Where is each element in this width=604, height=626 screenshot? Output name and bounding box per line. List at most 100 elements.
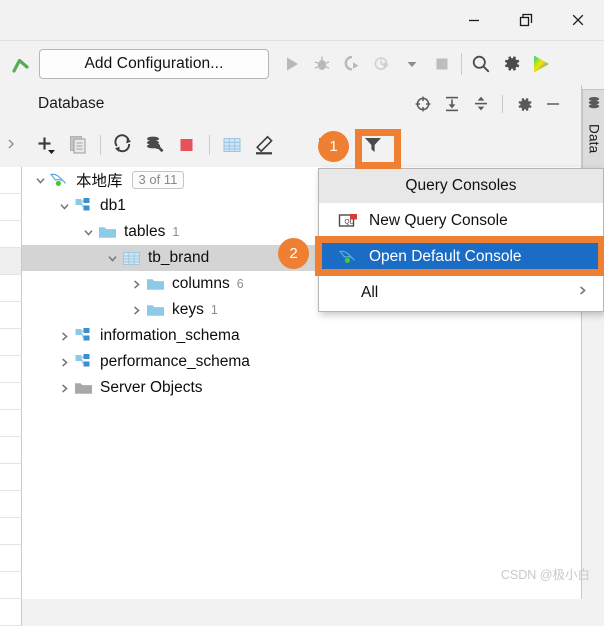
chevron-right-icon: [576, 284, 589, 302]
database-panel-toolbar: QL: [22, 123, 590, 167]
editor-line-gutter: [0, 167, 22, 626]
toolbar-divider: [209, 135, 210, 155]
chevron-right-icon[interactable]: [55, 327, 73, 345]
menu-item-all[interactable]: All: [319, 275, 603, 311]
expand-strip-icon[interactable]: [0, 133, 22, 155]
close-button[interactable]: [552, 0, 604, 40]
expand-all-icon[interactable]: [439, 91, 465, 117]
gutter-line: [0, 302, 22, 329]
schema-icon: [73, 326, 93, 346]
gutter-line: [0, 410, 22, 437]
window-controls: [448, 0, 604, 40]
chevron-right-icon[interactable]: [55, 379, 73, 397]
annotation-highlight-open-default-console: [315, 236, 604, 276]
run-icon[interactable]: [277, 49, 307, 79]
toolbar-divider: [461, 52, 462, 75]
refresh-icon[interactable]: [107, 129, 139, 161]
data-source-properties-icon[interactable]: [139, 129, 171, 161]
settings-gear-icon[interactable]: [496, 49, 526, 79]
status-badge: 3 of 11: [131, 171, 185, 189]
add-new-icon[interactable]: [30, 129, 62, 161]
schema-icon: [73, 196, 93, 216]
title-bar: [0, 0, 604, 40]
tree-node-label: 本地库: [76, 173, 123, 190]
sidebar-item-label: Data: [586, 124, 602, 154]
folder-blue-icon: [145, 300, 165, 320]
duplicate-icon[interactable]: [62, 129, 94, 161]
chevron-down-icon[interactable]: [31, 171, 49, 189]
gutter-line: [0, 599, 22, 626]
tree-node-label: tables: [124, 223, 166, 240]
folder-blue-icon: [145, 274, 165, 294]
gutter-line: [0, 464, 22, 491]
page-title: Database: [38, 95, 105, 112]
menu-item-new-query-console[interactable]: QL New Query Console: [319, 203, 603, 239]
tree-node-count: 6: [236, 277, 244, 291]
tree-node-label: keys: [172, 301, 204, 318]
header-divider: [502, 95, 503, 113]
gutter-line: [0, 221, 22, 248]
tree-node-label: Server Objects: [100, 379, 203, 396]
gutter-line: [0, 383, 22, 410]
chevron-down-icon[interactable]: [103, 249, 121, 267]
tree-node-information-schema[interactable]: information_schema: [22, 323, 582, 349]
menu-item-label: New Query Console: [369, 212, 508, 229]
tree-node-label: db1: [100, 197, 126, 214]
tree-node-performance-schema[interactable]: performance_schema: [22, 349, 582, 375]
restore-button[interactable]: [500, 0, 552, 40]
back-arrow-icon[interactable]: [9, 52, 33, 76]
folder-blue-icon: [97, 222, 117, 242]
stop-icon[interactable]: [427, 49, 457, 79]
gutter-line: [0, 545, 22, 572]
popup-title: Query Consoles: [319, 169, 603, 203]
collapse-all-icon[interactable]: [468, 91, 494, 117]
tree-node-label: tb_brand: [148, 249, 210, 266]
gutter-line: [0, 518, 22, 545]
database-icon: [587, 96, 601, 117]
modify-icon[interactable]: [248, 129, 280, 161]
dropdown-caret-icon[interactable]: [397, 49, 427, 79]
tree-node-count: 1: [210, 303, 218, 317]
chevron-right-icon[interactable]: [55, 353, 73, 371]
debug-icon[interactable]: [307, 49, 337, 79]
new-query-console-icon: QL: [337, 210, 359, 232]
menu-item-label: All: [361, 284, 379, 301]
scroll-from-source-icon[interactable]: [410, 91, 436, 117]
gutter-line: [0, 356, 22, 383]
table-icon: [121, 248, 141, 268]
search-icon[interactable]: [466, 49, 496, 79]
datagrip-window: Add Configuration... Database 本地库 3 of 1…: [0, 0, 604, 626]
run-with-coverage-icon[interactable]: [337, 49, 367, 79]
tree-node-label: performance_schema: [100, 353, 250, 370]
gutter-line: [0, 167, 22, 194]
settings-gear-icon[interactable]: [511, 91, 537, 117]
gutter-line: [0, 248, 22, 275]
annotation-highlight-query-console: [355, 129, 401, 169]
profile-icon[interactable]: [367, 49, 397, 79]
add-configuration-button[interactable]: Add Configuration...: [39, 48, 269, 79]
annotation-step-2: 2: [278, 238, 309, 269]
hide-icon[interactable]: [540, 91, 566, 117]
tree-node-label: columns: [172, 275, 230, 292]
annotation-step-1: 1: [318, 131, 349, 162]
chevron-down-icon[interactable]: [79, 223, 97, 241]
tree-node-count: 1: [172, 225, 180, 239]
chevron-right-icon[interactable]: [127, 275, 145, 293]
watermark: CSDN @极小白: [500, 568, 590, 582]
folder-grey-icon: [73, 378, 93, 398]
minimize-button[interactable]: [448, 0, 500, 40]
gutter-line: [0, 275, 22, 302]
chevron-down-icon[interactable]: [55, 197, 73, 215]
main-toolbar: Add Configuration...: [0, 40, 604, 86]
gutter-line: [0, 329, 22, 356]
mysql-dolphin-icon: [49, 170, 69, 190]
tree-node-label: information_schema: [100, 327, 240, 344]
datagrip-logo-icon[interactable]: [526, 49, 556, 79]
database-header-actions: [410, 85, 566, 123]
chevron-right-icon[interactable]: [127, 301, 145, 319]
gutter-line: [0, 194, 22, 221]
tree-node-server-objects[interactable]: Server Objects: [22, 375, 582, 401]
open-table-editor-icon[interactable]: [216, 129, 248, 161]
gutter-line: [0, 491, 22, 518]
stop-refresh-icon[interactable]: [171, 129, 203, 161]
